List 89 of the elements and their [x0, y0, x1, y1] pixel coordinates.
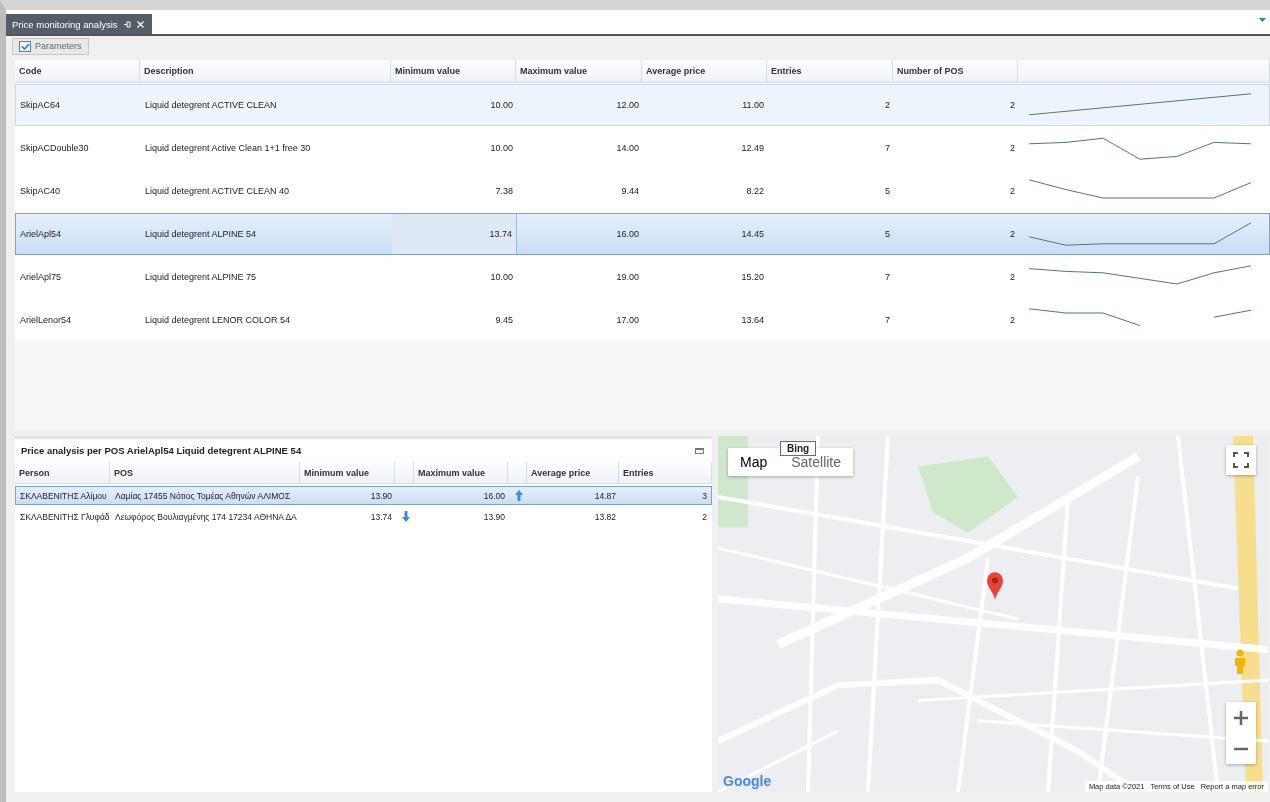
- column-header[interactable]: Number of POS: [893, 60, 1018, 82]
- product-row[interactable]: ArielApl75 Liquid detegrent ALPINE 75 10.00 19.00 15.20 7 2: [15, 256, 1270, 298]
- document-tab[interactable]: Price monitoring analysis: [6, 14, 152, 34]
- fullscreen-icon: [1233, 452, 1249, 468]
- column-header[interactable]: Minimum value: [300, 462, 395, 483]
- table-cell-text: 7: [884, 314, 891, 327]
- pos-row[interactable]: ΣΚΛΑΒΕΝΙΤΗΣ Αλίμου Λαμίας 17455 Νότιος Τομέας Αθηνών ΑΛΙΜΟΣ 13.90 16.00 14.87 3: [15, 486, 712, 505]
- table-cell-text: 10.00: [489, 99, 514, 112]
- table-cell-text: Liquid detegrent ALPINE 54: [144, 228, 258, 241]
- zoom-out-button[interactable]: [1226, 733, 1256, 764]
- table-cell-text: 7: [884, 142, 891, 155]
- column-header[interactable]: Code: [15, 60, 140, 82]
- pos-row[interactable]: ΣΚΛΑΒΕΝΙΤΗΣ Γλυφάδ Λεωφόρος Βουλιαγμένης 174 17234 ΑΘΗΝΑ ΔΑ 13.74 13.90 13.82 2: [15, 507, 712, 526]
- panel-title: Price analysis per POS ArielApl54 Liquid detegrent ALPINE 54: [21, 445, 302, 456]
- product-row[interactable]: SkipAC64 Liquid detegrent ACTIVE CLEAN 10.00 12.00 11.00 2 2: [15, 84, 1270, 126]
- table-cell-text: SkipAC40: [19, 185, 62, 198]
- table-cell-text: Liquid detegrent Active Clean 1+1 free 30: [144, 142, 312, 155]
- table-cell-text: 7: [884, 271, 891, 284]
- table-cell-text: 13.90: [482, 510, 506, 524]
- table-cell-text: ΣΚΛΑΒΕΝΙΤΗΣ Αλίμου: [19, 489, 108, 503]
- table-cell-text: Λαμίας 17455 Νότιος Τομέας Αθηνών ΑΛΙΜΟΣ: [114, 489, 292, 503]
- table-cell-text: 2: [1009, 228, 1016, 241]
- table-cell-text: 16.00: [615, 228, 640, 241]
- table-cell-text: Liquid detegrent ACTIVE CLEAN 40: [144, 185, 291, 198]
- table-cell-text: ArielApl75: [19, 271, 63, 284]
- column-header[interactable]: Minimum value: [391, 60, 516, 82]
- map-type-button[interactable]: Map: [728, 448, 780, 476]
- table-cell-text: 13.82: [593, 510, 617, 524]
- table-cell-text: 2: [1009, 99, 1016, 112]
- table-cell-text: 2: [1009, 142, 1016, 155]
- table-cell-text: SkipACDouble30: [19, 142, 90, 155]
- fullscreen-button[interactable]: [1226, 445, 1256, 475]
- table-cell-text: 8.22: [745, 185, 765, 198]
- column-header[interactable]: Maximum value: [516, 60, 642, 82]
- table-cell-text: Liquid detegrent ACTIVE CLEAN: [144, 99, 278, 112]
- table-cell-text: 15.20: [740, 271, 765, 284]
- table-cell-text: 14.87: [593, 489, 617, 503]
- table-cell-text: 3: [701, 489, 708, 503]
- table-cell-text: Λεωφόρος Βουλιαγμένης 174 17234 ΑΘΗΝΑ ΔΑ: [114, 510, 298, 524]
- table-cell-text: Liquid detegrent LENOR COLOR 54: [144, 314, 292, 327]
- table-cell-text: 9.45: [494, 314, 514, 327]
- table-cell-text: 2: [1009, 271, 1016, 284]
- table-cell-text: 14.45: [740, 228, 765, 241]
- pin-icon[interactable]: [123, 20, 131, 28]
- table-cell-text: ArielLenor54: [19, 314, 73, 327]
- table-cell-text: 5: [884, 228, 891, 241]
- table-cell-text: Liquid detegrent ALPINE 75: [144, 271, 258, 284]
- plus-icon: [1234, 710, 1248, 725]
- table-cell-text: 9.44: [620, 185, 640, 198]
- column-header[interactable]: Person: [15, 462, 110, 483]
- column-header[interactable]: Average price: [527, 462, 619, 483]
- column-header[interactable]: Maximum value: [414, 462, 508, 483]
- table-cell-text: 10.00: [489, 271, 514, 284]
- table-cell-text: 19.00: [615, 271, 640, 284]
- product-row[interactable]: SkipACDouble30 Liquid detegrent Active Clean 1+1 free 30 10.00 14.00 12.49 7 2: [15, 127, 1270, 169]
- column-header[interactable]: Average price: [642, 60, 767, 82]
- table-cell-text: SkipAC64: [19, 99, 62, 112]
- zoom-in-button[interactable]: [1226, 702, 1256, 733]
- table-cell-text: 2: [701, 510, 708, 524]
- table-cell-text: 13.74: [369, 510, 393, 524]
- table-cell-text: 12.00: [615, 99, 640, 112]
- table-cell-text: 13.64: [740, 314, 765, 327]
- minimize-icon[interactable]: [695, 447, 704, 454]
- dropdown-icon[interactable]: [1259, 18, 1266, 22]
- table-cell-text: 17.00: [615, 314, 640, 327]
- table-cell-text: ArielApl54: [19, 228, 63, 241]
- column-header[interactable]: Description: [140, 60, 391, 82]
- provider-badge[interactable]: Bing: [780, 441, 817, 456]
- product-row[interactable]: ArielLenor54 Liquid detegrent LENOR COLOR 54 9.45 17.00 13.64 7 2: [15, 299, 1270, 341]
- table-cell-text: ΣΚΛΑΒΕΝΙΤΗΣ Γλυφάδ: [19, 510, 111, 524]
- table-cell-text: 2: [1009, 185, 1016, 198]
- table-cell-text: 2: [884, 99, 891, 112]
- table-cell-text: 10.00: [489, 142, 514, 155]
- table-cell-text: 5: [884, 185, 891, 198]
- table-cell-text: 11.00: [741, 99, 765, 112]
- column-header[interactable]: Entries: [619, 462, 712, 483]
- column-header[interactable]: Entries: [767, 60, 893, 82]
- table-cell: 13.74: [392, 214, 517, 254]
- product-row[interactable]: ArielApl54 Liquid detegrent ALPINE 54 13.74 16.00 14.45 5 2: [15, 213, 1270, 255]
- parameters-button[interactable]: Parameters: [12, 37, 89, 55]
- table-cell-text: 2: [1009, 314, 1016, 327]
- table-cell-text: 16.00: [482, 489, 506, 503]
- close-icon[interactable]: [136, 20, 144, 28]
- product-row[interactable]: SkipAC40 Liquid detegrent ACTIVE CLEAN 40 7.38 9.44 8.22 5 2: [15, 170, 1270, 212]
- table-cell-text: 14.00: [615, 142, 640, 155]
- table-cell-text: 12.49: [740, 142, 765, 155]
- column-header[interactable]: POS: [110, 462, 300, 483]
- table-cell-text: 7.38: [494, 185, 514, 198]
- table-cell-text: 13.90: [369, 489, 393, 503]
